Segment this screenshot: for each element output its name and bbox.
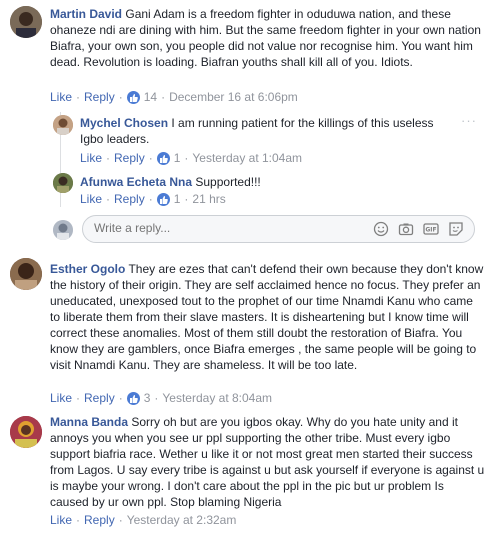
- gif-icon[interactable]: GIF: [423, 221, 439, 237]
- reaction-count[interactable]: 1: [174, 192, 181, 206]
- like-link[interactable]: Like: [50, 391, 72, 405]
- comment-text: Supported!!!: [195, 175, 261, 189]
- comment-body: Manna Banda Sorry oh but are you igbos o…: [50, 414, 485, 510]
- reply-link[interactable]: Reply: [84, 90, 115, 104]
- reaction-count[interactable]: 1: [174, 151, 181, 165]
- reply-link[interactable]: Reply: [84, 391, 115, 405]
- reply-composer: GIF: [82, 215, 475, 243]
- comment-actions: Like · Reply · Yesterday at 2:32am: [50, 513, 236, 527]
- reaction-count[interactable]: 14: [144, 90, 157, 104]
- reaction-count[interactable]: 3: [144, 391, 151, 405]
- composer-icons: GIF: [373, 221, 464, 237]
- commenter-name[interactable]: Martin David: [50, 7, 122, 21]
- svg-text:GIF: GIF: [425, 227, 436, 234]
- avatar-image: [10, 6, 42, 38]
- separator: ·: [106, 192, 111, 206]
- separator: ·: [148, 151, 153, 165]
- more-options-icon[interactable]: ···: [461, 113, 477, 128]
- comment-actions: Like · Reply · 1 · 21 hrs: [80, 192, 226, 206]
- separator: ·: [118, 391, 123, 405]
- avatar-image: [10, 416, 42, 448]
- like-icon[interactable]: [156, 192, 170, 206]
- separator: ·: [118, 90, 123, 104]
- avatar-mychel-chosen[interactable]: [53, 115, 73, 135]
- like-link[interactable]: Like: [50, 90, 72, 104]
- avatar-esther-ogolo[interactable]: [10, 258, 42, 290]
- comment-body: Esther Ogolo They are ezes that can't de…: [50, 261, 485, 373]
- emoji-icon[interactable]: [373, 221, 389, 237]
- comment-body: Mychel Chosen I am running patient for t…: [80, 115, 450, 147]
- timestamp[interactable]: Yesterday at 1:04am: [192, 151, 302, 165]
- timestamp[interactable]: Yesterday at 8:04am: [162, 391, 272, 405]
- separator: ·: [106, 151, 111, 165]
- commenter-name[interactable]: Afunwa Echeta Nna: [80, 175, 192, 189]
- separator: ·: [148, 192, 153, 206]
- commenter-name[interactable]: Esther Ogolo: [50, 262, 125, 276]
- camera-icon[interactable]: [398, 221, 414, 237]
- reply-link[interactable]: Reply: [114, 151, 145, 165]
- reply-link[interactable]: Reply: [114, 192, 145, 206]
- separator: ·: [118, 513, 123, 527]
- avatar-image: [10, 258, 42, 290]
- timestamp[interactable]: December 16 at 6:06pm: [169, 90, 298, 104]
- separator: ·: [154, 391, 159, 405]
- commenter-name[interactable]: Mychel Chosen: [80, 116, 168, 130]
- like-link[interactable]: Like: [80, 151, 102, 165]
- commenter-name[interactable]: Manna Banda: [50, 415, 128, 429]
- like-icon[interactable]: [126, 90, 140, 104]
- separator: ·: [76, 391, 81, 405]
- like-icon[interactable]: [126, 391, 140, 405]
- sticker-icon[interactable]: [448, 221, 464, 237]
- timestamp[interactable]: 21 hrs: [192, 192, 225, 206]
- separator: ·: [161, 90, 166, 104]
- separator: ·: [76, 90, 81, 104]
- separator: ·: [76, 513, 81, 527]
- comment-actions: Like · Reply · 1 · Yesterday at 1:04am: [80, 151, 302, 165]
- comment-body: Martin David Gani Adam is a freedom figh…: [50, 6, 485, 70]
- comment-actions: Like · Reply · 14 · December 16 at 6:06p…: [50, 90, 298, 104]
- reply-input[interactable]: [92, 220, 346, 236]
- comment-text: They are ezes that can't defend their ow…: [50, 262, 484, 372]
- avatar-image: [53, 115, 73, 135]
- separator: ·: [184, 151, 189, 165]
- avatar-martin-david[interactable]: [10, 6, 42, 38]
- timestamp[interactable]: Yesterday at 2:32am: [127, 513, 237, 527]
- like-link[interactable]: Like: [50, 513, 72, 527]
- comment-text: Sorry oh but are you igbos okay. Why do …: [50, 415, 485, 509]
- separator: ·: [184, 192, 189, 206]
- avatar-manna-banda[interactable]: [10, 416, 42, 448]
- avatar-image: [53, 220, 73, 240]
- current-user-avatar: [53, 220, 73, 240]
- avatar-afunwa-echeta-nna[interactable]: [53, 173, 73, 193]
- reply-link[interactable]: Reply: [84, 513, 115, 527]
- comment-body: Afunwa Echeta Nna Supported!!!: [80, 174, 450, 190]
- comment-actions: Like · Reply · 3 · Yesterday at 8:04am: [50, 391, 272, 405]
- like-icon[interactable]: [156, 151, 170, 165]
- like-link[interactable]: Like: [80, 192, 102, 206]
- avatar-image: [53, 173, 73, 193]
